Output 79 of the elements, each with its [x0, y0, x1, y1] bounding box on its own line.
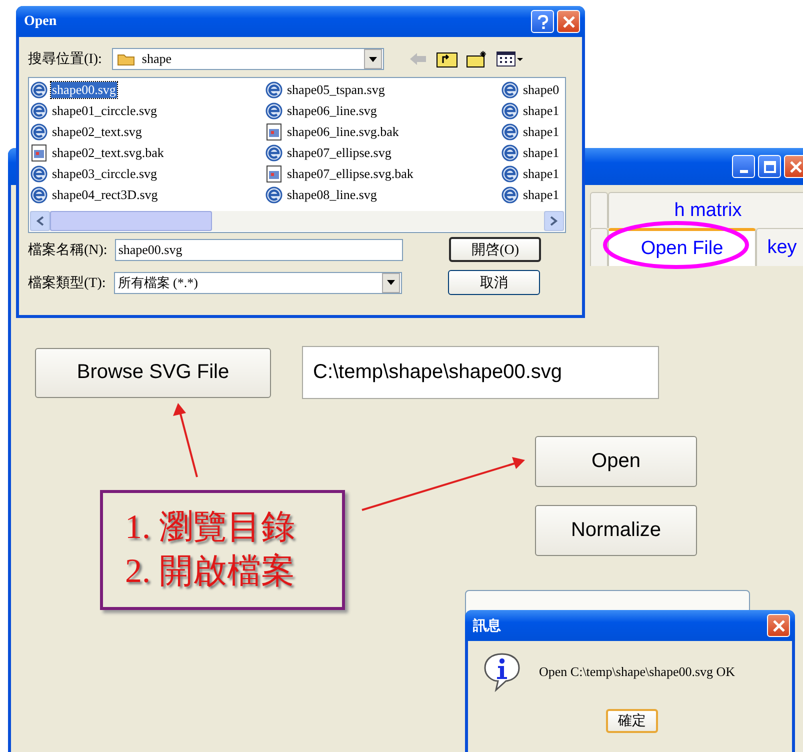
- file-icon: [501, 122, 519, 140]
- file-icon: [501, 186, 519, 204]
- image-file-icon: [265, 122, 283, 140]
- minimize-button[interactable]: [732, 155, 755, 178]
- file-icon: [501, 102, 519, 120]
- cancel-button[interactable]: 取消: [448, 270, 540, 295]
- file-item[interactable]: shape1: [501, 121, 565, 142]
- close-button[interactable]: [557, 10, 580, 33]
- action-button[interactable]: Normalize: [535, 505, 697, 556]
- browse-button[interactable]: Browse SVG File: [35, 348, 271, 398]
- file-icon: [30, 186, 48, 204]
- file-item[interactable]: shape04_rect3D.svg: [30, 184, 265, 205]
- scroll-right-button[interactable]: [544, 211, 564, 231]
- scroll-left-button[interactable]: [30, 211, 50, 231]
- tab[interactable]: h matrix: [608, 192, 803, 228]
- ok-button[interactable]: 確定: [606, 709, 658, 733]
- file-icon: [501, 144, 519, 162]
- help-button[interactable]: [531, 10, 554, 33]
- question-mark-icon: [536, 14, 548, 28]
- look-in-label: 搜尋位置(I):: [28, 50, 102, 68]
- tab[interactable]: [590, 228, 608, 266]
- file-icon: [30, 102, 48, 120]
- new-folder-icon[interactable]: [466, 50, 488, 68]
- close-icon: [788, 160, 802, 174]
- folder-icon: [116, 52, 135, 66]
- file-item[interactable]: shape00.svg: [30, 79, 265, 100]
- file-item[interactable]: shape07_ellipse.svg.bak: [265, 163, 501, 184]
- annotation-text: 1. 瀏覽目錄: [125, 508, 296, 548]
- up-folder-icon[interactable]: [436, 50, 458, 68]
- image-file-icon: [265, 164, 283, 182]
- window-title: 訊息: [473, 617, 501, 634]
- file-icon: [265, 186, 283, 204]
- file-item[interactable]: shape08_line.svg: [265, 184, 501, 205]
- close-button[interactable]: [767, 614, 790, 637]
- file-icon: [265, 102, 283, 120]
- file-type-dropdown[interactable]: 所有檔案 (*.*): [114, 272, 402, 294]
- annotation-text: 2. 開啟檔案: [125, 552, 296, 592]
- maximize-button[interactable]: [758, 155, 781, 178]
- close-icon: [772, 618, 786, 632]
- file-item[interactable]: shape05_tspan.svg: [265, 79, 501, 100]
- horizontal-scrollbar[interactable]: [30, 211, 564, 231]
- file-icon: [30, 122, 48, 140]
- file-item[interactable]: shape02_text.svg.bak: [30, 142, 265, 163]
- file-icon: [265, 144, 283, 162]
- file-icon: [265, 80, 283, 98]
- info-icon: [482, 651, 522, 693]
- close-icon: [562, 14, 576, 28]
- close-button[interactable]: [784, 155, 803, 178]
- file-item[interactable]: shape07_ellipse.svg: [265, 142, 501, 163]
- file-icon: [501, 80, 519, 98]
- file-item[interactable]: shape06_line.svg: [265, 100, 501, 121]
- file-item[interactable]: shape03_circcle.svg: [30, 163, 265, 184]
- path-field[interactable]: C:\temp\shape\shape00.svg: [302, 346, 659, 399]
- file-type-label: 檔案類型(T):: [28, 274, 106, 292]
- file-item[interactable]: shape1: [501, 100, 565, 121]
- file-icon: [501, 164, 519, 182]
- file-item[interactable]: shape01_circcle.svg: [30, 100, 265, 121]
- maximize-icon: [762, 160, 776, 174]
- view-menu-icon[interactable]: [496, 50, 524, 68]
- file-item[interactable]: shape1: [501, 163, 565, 184]
- file-name-field[interactable]: shape00.svg: [115, 238, 404, 260]
- dropdown-arrow-icon: [386, 280, 395, 285]
- file-item[interactable]: shape06_line.svg.bak: [265, 121, 501, 142]
- confirm-button[interactable]: 開啓(O): [449, 237, 542, 262]
- action-button[interactable]: Open: [535, 436, 697, 487]
- tab[interactable]: key: [756, 228, 803, 266]
- file-name-label: 檔案名稱(N):: [28, 241, 108, 258]
- dropdown-arrow-icon: [368, 56, 377, 62]
- file-item[interactable]: shape0: [501, 79, 565, 100]
- file-item[interactable]: shape1: [501, 184, 565, 205]
- minimize-icon: [740, 170, 748, 172]
- file-item[interactable]: shape1: [501, 142, 565, 163]
- window-title: Open: [24, 14, 57, 30]
- file-icon: [30, 80, 48, 98]
- file-icon: [30, 164, 48, 182]
- look-in-dropdown[interactable]: shape: [112, 48, 384, 70]
- scroll-thumb[interactable]: [50, 211, 212, 231]
- message-text: Open C:\temp\shape\shape00.svg OK: [539, 664, 736, 680]
- file-item[interactable]: shape02_text.svg: [30, 121, 265, 142]
